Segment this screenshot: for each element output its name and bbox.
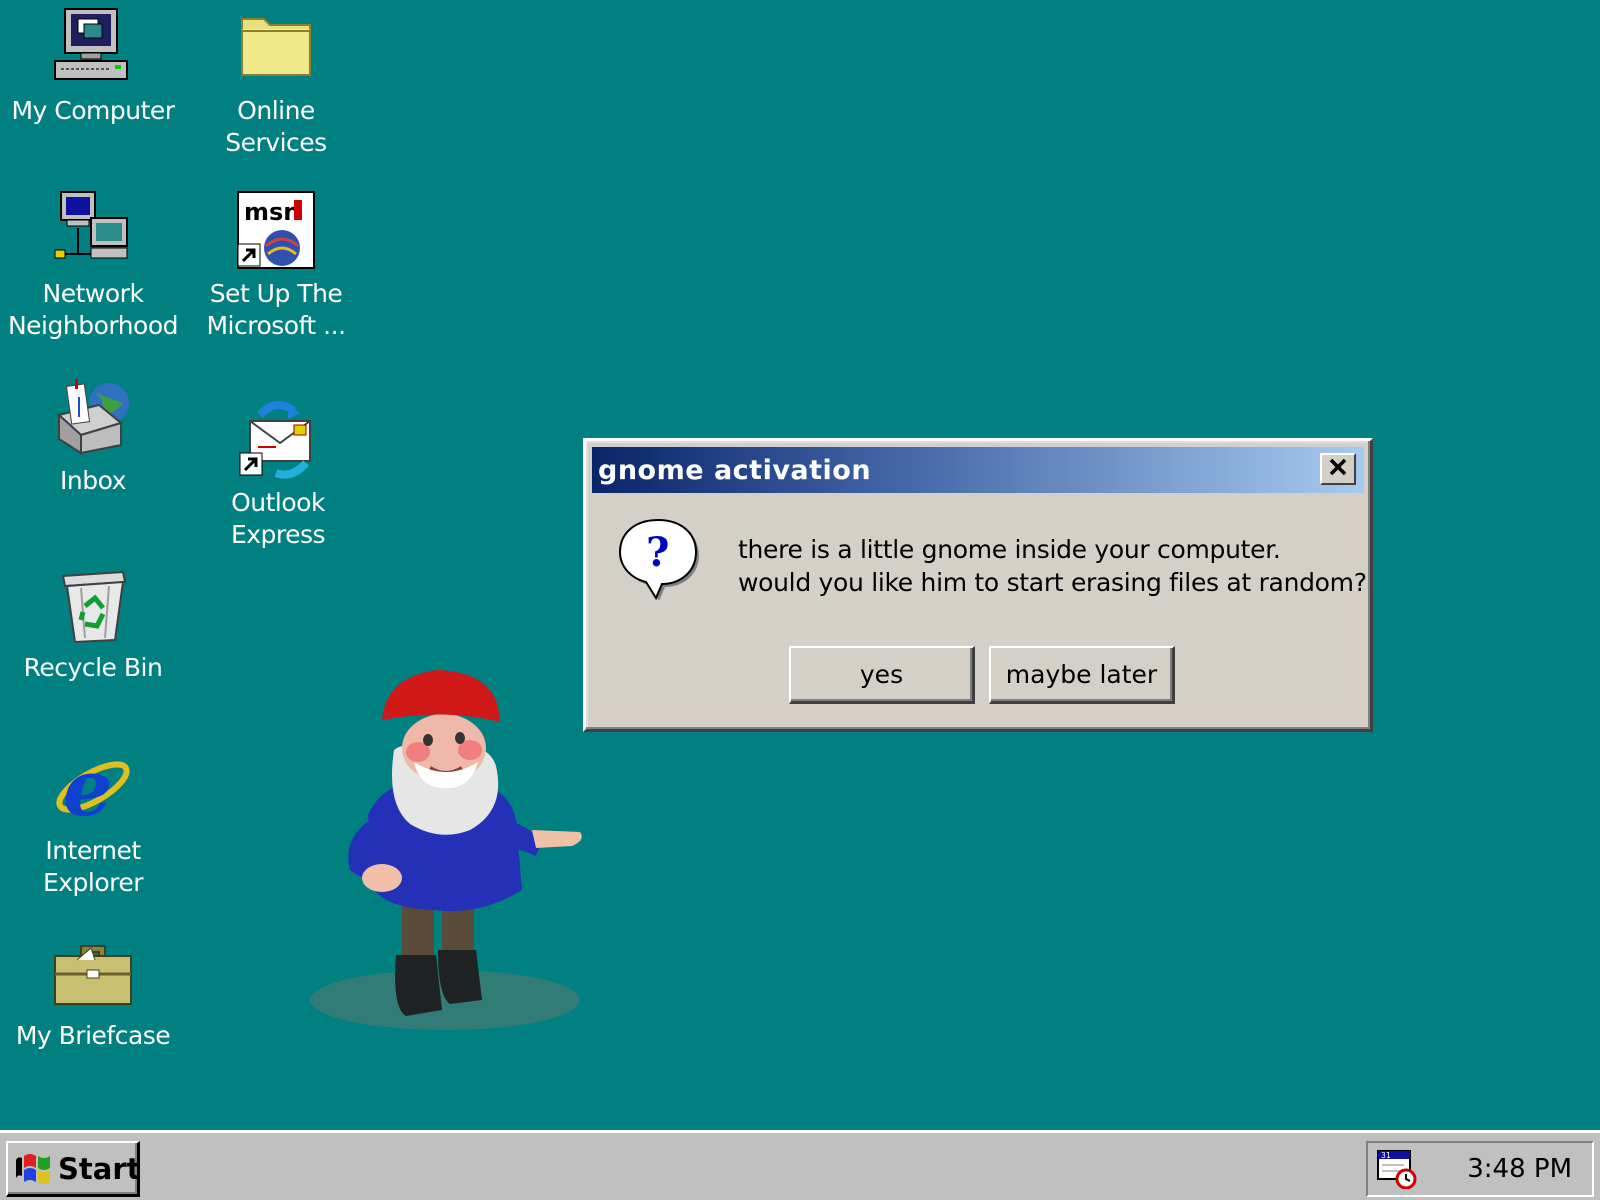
dialog-message-line-1: there is a little gnome inside your comp… <box>738 535 1281 564</box>
gnome-activation-dialog: gnome activation ? there is a little gno… <box>583 438 1373 732</box>
svg-text:31: 31 <box>1381 1151 1391 1160</box>
desktop-icon-label: Recycle Bin <box>23 653 163 682</box>
desktop-icon-recycle-bin[interactable]: Recycle Bin <box>3 562 183 684</box>
inbox-icon <box>51 375 135 459</box>
dialog-message-line-2: would you like him to start erasing file… <box>738 568 1367 597</box>
desktop-icon-label: Internet Explorer <box>42 836 144 897</box>
folder-icon <box>234 5 318 89</box>
desktop-icon-my-computer[interactable]: My Computer <box>3 5 183 127</box>
desktop-icon-label: Inbox <box>60 466 126 495</box>
dialog-title: gnome activation <box>598 454 872 486</box>
desktop-icon-label: Network Neighborhood <box>7 279 179 340</box>
internet-explorer-icon: e <box>51 745 135 829</box>
desktop-icon-label: Outlook Express <box>230 488 326 549</box>
briefcase-icon <box>51 930 135 1014</box>
desktop-icon-inbox[interactable]: Inbox <box>3 375 183 497</box>
desktop-icon-label: Online Services <box>225 96 327 157</box>
gnome-figure[interactable] <box>310 670 600 1040</box>
desktop-icon-outlook-express[interactable]: Outlook Express <box>188 397 368 551</box>
desktop-icon-label: My Briefcase <box>15 1021 171 1050</box>
yes-button[interactable]: yes <box>789 646 975 704</box>
taskbar: Start 31 3:48 PM <box>0 1130 1600 1200</box>
maybe-later-button[interactable]: maybe later <box>989 646 1175 704</box>
desktop-icon-my-briefcase[interactable]: My Briefcase <box>3 930 183 1052</box>
dialog-titlebar[interactable]: gnome activation <box>592 447 1364 493</box>
system-tray: 31 3:48 PM <box>1366 1141 1594 1197</box>
scheduler-tray-icon[interactable]: 31 <box>1376 1149 1418 1194</box>
desktop-icon-network-neighborhood[interactable]: Network Neighborhood <box>3 188 183 342</box>
question-icon: ? <box>616 516 700 601</box>
desktop: My Computer Online Services Network Neig… <box>0 0 1600 1130</box>
taskbar-clock[interactable]: 3:48 PM <box>1467 1154 1572 1184</box>
recycle-bin-icon <box>51 562 135 646</box>
close-button[interactable] <box>1320 453 1356 485</box>
svg-text:?: ? <box>646 529 669 576</box>
dialog-message: there is a little gnome inside your comp… <box>738 533 1367 599</box>
desktop-icon-label: My Computer <box>11 96 175 125</box>
desktop-icon-label: Set Up The Microsoft ... <box>206 279 346 340</box>
desktop-icon-msn-setup[interactable]: msn Set Up The Microsoft ... <box>186 188 366 342</box>
network-neighborhood-icon <box>51 188 135 272</box>
my-computer-icon <box>51 5 135 89</box>
svg-text:msn: msn <box>244 198 300 226</box>
windows-logo-icon <box>14 1150 54 1188</box>
desktop-icon-internet-explorer[interactable]: e Internet Explorer <box>3 745 183 899</box>
msn-setup-icon: msn <box>234 188 318 272</box>
start-label: Start <box>58 1151 141 1186</box>
outlook-express-icon <box>236 397 320 481</box>
svg-text:e: e <box>63 745 113 829</box>
desktop-icon-online-services[interactable]: Online Services <box>186 5 366 159</box>
start-button[interactable]: Start <box>6 1141 140 1197</box>
close-icon <box>1328 458 1348 481</box>
